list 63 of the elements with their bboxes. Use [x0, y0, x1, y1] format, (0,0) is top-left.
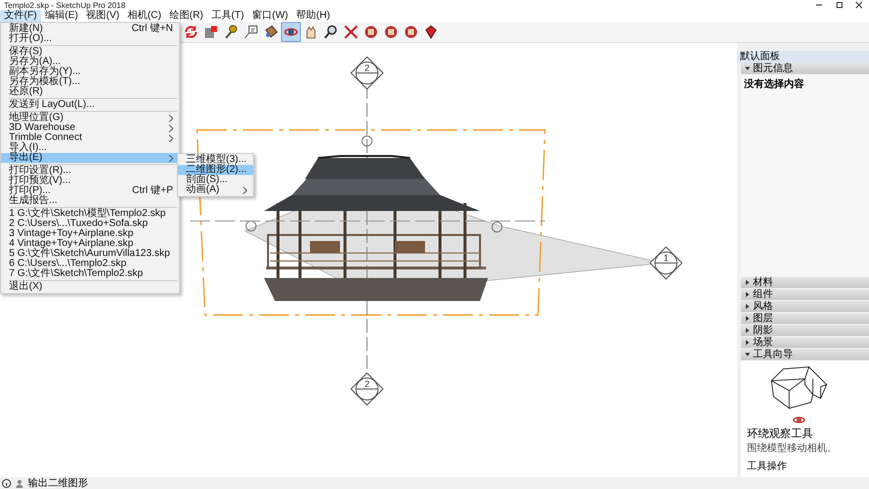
menu-item[interactable]: 另存为(A)...	[1, 57, 179, 67]
menu-item[interactable]: 1 G:\文件\Sketch\模型\Templo2.skp	[1, 209, 179, 219]
panel-title: 材料	[753, 277, 773, 288]
menu-item[interactable]: 打印(P)... Ctrl 键+P	[1, 186, 179, 196]
panel-header[interactable]: 风格	[741, 301, 869, 312]
panel-header[interactable]: 工具向导	[741, 349, 869, 360]
menu-item[interactable]: 3D Warehouse	[1, 123, 179, 133]
tool-guide-section: 工具操作	[747, 459, 787, 473]
menu-item[interactable]: 剖面(S)...	[178, 175, 253, 185]
section-marker[interactable]: 1	[649, 246, 683, 280]
panel-header[interactable]: 图元信息	[741, 63, 869, 74]
menu-item[interactable]: 保存(S)	[1, 47, 179, 57]
tool-guide-title: 环绕观察工具	[747, 426, 813, 441]
panel-header[interactable]: 图层	[741, 313, 869, 324]
menu-item[interactable]: 另存为模板(T)...	[1, 77, 179, 87]
menu-item[interactable]: 打印设置(R)...	[1, 166, 179, 176]
menu-item[interactable]: 新建(N) Ctrl 键+N	[1, 24, 179, 34]
panel-title: 风格	[753, 301, 773, 312]
menu-item[interactable]: 二维图形(2)...	[178, 165, 253, 175]
menu-item[interactable]: 地理位置(G)	[1, 113, 179, 123]
menu-bar-item[interactable]: 窗口(W)	[248, 10, 292, 22]
tray-title: 默认面板	[740, 51, 781, 63]
menu-bar-item[interactable]: 相机(C)	[123, 10, 166, 22]
menu-item[interactable]: 退出(X)	[1, 282, 179, 292]
panel-title: 工具向导	[753, 349, 793, 360]
menu-item[interactable]: Trimble Connect	[1, 133, 179, 143]
panel-title: 图元信息	[753, 63, 793, 74]
menu-item[interactable]: 三维模型(3)...	[178, 155, 253, 165]
panel-header[interactable]: 材料	[741, 277, 869, 288]
menu-bar-item[interactable]: 编辑(E)	[40, 10, 82, 22]
menu-item[interactable]: 还原(R)	[1, 87, 179, 97]
section-marker[interactable]: 2	[350, 372, 384, 406]
menu-bar-item[interactable]: 帮助(H)	[292, 10, 334, 22]
section-marker[interactable]: 2	[350, 56, 384, 90]
menu-item[interactable]: 7 G:\文件\Sketch\Templo2.skp	[1, 269, 179, 279]
menu-bar-item[interactable]: 文件(F)	[0, 10, 41, 22]
menu-bar-item[interactable]: 视图(V)	[82, 10, 124, 22]
menu-item[interactable]: 5 G:\文件\Sketch\AurumVilla123.skp	[1, 249, 179, 259]
panel-header[interactable]: 场景	[741, 337, 869, 348]
menu-bar-item[interactable]: 工具(T)	[207, 10, 248, 22]
menu-item[interactable]: 6 C:\Users\...\Templo2.skp	[1, 259, 179, 269]
panel-title: 图层	[753, 313, 773, 324]
menu-item[interactable]: 3 Vintage+Toy+Airplane.skp	[1, 229, 179, 239]
menu-item[interactable]: 发送到 LayOut(L)...	[1, 100, 179, 110]
window-title: Templo2.skp - SketchUp Pro 2018	[4, 0, 126, 10]
menu-item[interactable]: 4 Vintage+Toy+Airplane.skp	[1, 239, 179, 249]
menu-item[interactable]: 导出(E)	[1, 153, 179, 163]
status-text: 输出二维图形	[28, 476, 88, 489]
panel-message: 没有选择内容	[743, 77, 805, 92]
panel-title: 阴影	[753, 325, 773, 336]
menu-item[interactable]: 副本另存为(Y)...	[1, 67, 179, 77]
menu-item[interactable]: 打开(O)...	[1, 34, 179, 44]
panel-title: 场景	[753, 337, 773, 348]
panel-title: 组件	[753, 289, 773, 300]
menu-item[interactable]: 2 C:\Users\...\Tuxedo+Sofa.skp	[1, 219, 179, 229]
menu-item[interactable]: 生成报告...	[1, 196, 179, 206]
panel-header[interactable]: 组件	[741, 289, 869, 300]
tool-guide-description: 围绕模型移动相机。	[747, 442, 837, 455]
menu-item[interactable]: 导入(I)...	[1, 143, 179, 153]
menu-item[interactable]: 动画(A)	[178, 185, 253, 195]
menu-bar-item[interactable]: 绘图(R)	[165, 10, 208, 22]
panel-header[interactable]: 阴影	[741, 325, 869, 336]
menu-item[interactable]: 打印预览(V)...	[1, 176, 179, 186]
